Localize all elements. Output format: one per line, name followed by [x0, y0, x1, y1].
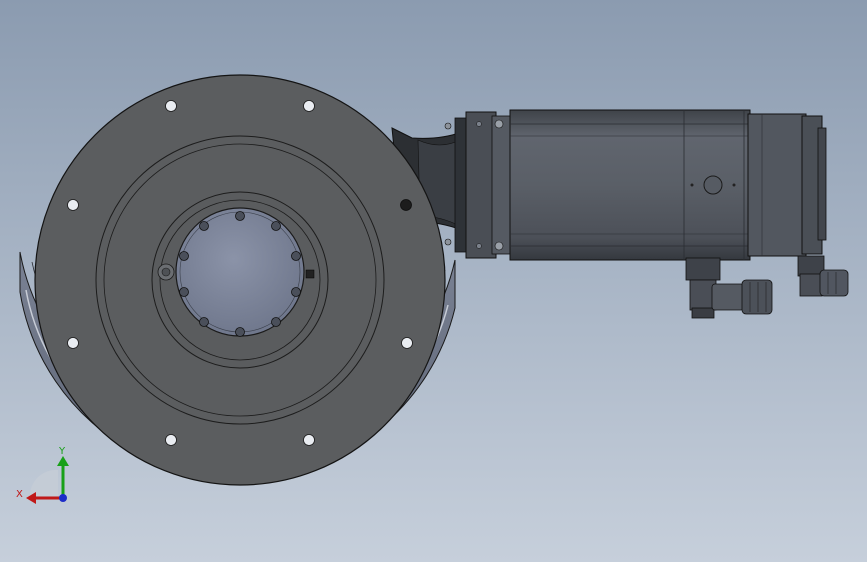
x-axis-label: X — [16, 489, 23, 500]
power-connector — [685, 257, 773, 319]
servo-motor — [465, 109, 827, 261]
model-view[interactable]: Y X — [0, 0, 867, 562]
axis-triad: Y X — [16, 446, 69, 504]
y-axis-label: Y — [58, 446, 66, 457]
cad-viewport[interactable]: Y X — [0, 0, 867, 562]
z-axis-dot — [59, 494, 67, 502]
y-axis-arrowhead — [57, 456, 69, 466]
encoder-connector — [797, 255, 849, 297]
